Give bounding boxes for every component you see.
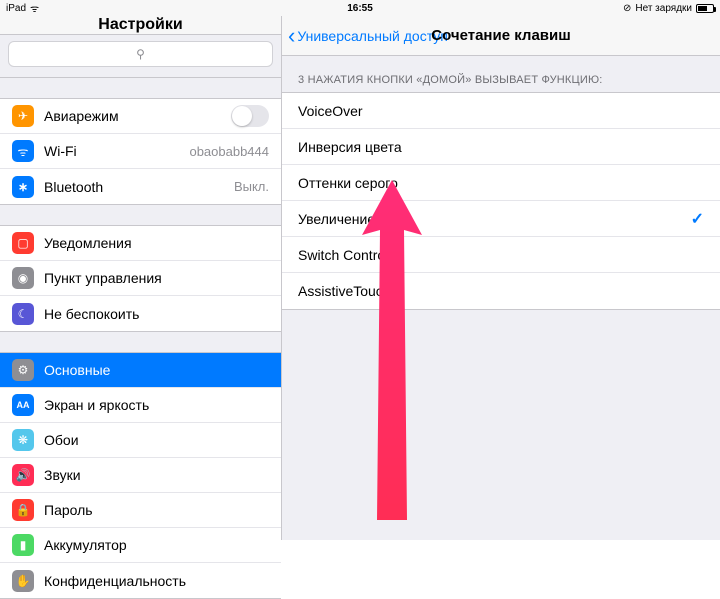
sounds-icon: 🔊 bbox=[12, 464, 34, 486]
option-assistive-touch[interactable]: AssistiveTouch bbox=[282, 273, 720, 309]
sidebar-item-airplane[interactable]: ✈ Авиарежим bbox=[0, 99, 281, 134]
sidebar-item-label: Основные bbox=[44, 362, 269, 378]
sidebar-item-display[interactable]: AA Экран и яркость bbox=[0, 388, 281, 423]
option-label: AssistiveTouch bbox=[298, 283, 704, 299]
option-zoom[interactable]: Увеличение ✓ bbox=[282, 201, 720, 237]
bluetooth-icon: ∗ bbox=[12, 176, 34, 198]
option-voiceover[interactable]: VoiceOver bbox=[282, 93, 720, 129]
sidebar-item-label: Конфиденциальность bbox=[44, 573, 269, 589]
privacy-icon: ✋ bbox=[12, 570, 34, 592]
sidebar-item-label: Авиарежим bbox=[44, 108, 221, 124]
shortcut-option-list: VoiceOver Инверсия цвета Оттенки серого … bbox=[282, 92, 720, 310]
battery-settings-icon: ▮ bbox=[12, 534, 34, 556]
sidebar-item-privacy[interactable]: ✋ Конфиденциальность bbox=[0, 563, 281, 598]
back-label: Универсальный доступ bbox=[297, 28, 448, 44]
sidebar-item-label: Не беспокоить bbox=[44, 306, 269, 322]
sidebar-item-wifi[interactable]: ᯤ Wi-Fi obaobabb444 bbox=[0, 134, 281, 169]
sidebar-item-passcode[interactable]: 🔒 Пароль bbox=[0, 493, 281, 528]
search-input[interactable]: ⚲ bbox=[8, 41, 273, 67]
wallpaper-icon: ❋ bbox=[12, 429, 34, 451]
option-label: Оттенки серого bbox=[298, 175, 704, 191]
moon-icon: ☾ bbox=[12, 303, 34, 325]
sidebar-item-sounds[interactable]: 🔊 Звуки bbox=[0, 458, 281, 493]
display-icon: AA bbox=[12, 394, 34, 416]
sidebar-group-connectivity: ✈ Авиарежим ᯤ Wi-Fi obaobabb444 ∗ Blueto… bbox=[0, 98, 281, 205]
option-label: Инверсия цвета bbox=[298, 139, 704, 155]
search-icon: ⚲ bbox=[136, 47, 145, 61]
option-label: VoiceOver bbox=[298, 103, 704, 119]
sidebar-group-alerts: ▢ Уведомления ◉ Пункт управления ☾ Не бе… bbox=[0, 225, 281, 332]
status-time: 16:55 bbox=[347, 3, 373, 14]
sidebar-item-label: Пункт управления bbox=[44, 270, 269, 286]
detail-header: ‹ Универсальный доступ Сочетание клавиш bbox=[282, 16, 720, 56]
sidebar-group-general: ⚙ Основные AA Экран и яркость ❋ Обои 🔊 З… bbox=[0, 352, 281, 599]
not-charging-icon: ⊘ bbox=[623, 3, 631, 14]
sidebar-item-label: Обои bbox=[44, 432, 269, 448]
option-invert-colors[interactable]: Инверсия цвета bbox=[282, 129, 720, 165]
status-bar: iPad ᯤ 16:55 ⊘ Нет зарядки bbox=[0, 0, 720, 16]
checkmark-icon: ✓ bbox=[691, 209, 704, 229]
sidebar-title: Настройки bbox=[0, 16, 281, 35]
sidebar-item-battery[interactable]: ▮ Аккумулятор bbox=[0, 528, 281, 563]
lock-icon: 🔒 bbox=[12, 499, 34, 521]
notifications-icon: ▢ bbox=[12, 232, 34, 254]
sidebar-item-label: Bluetooth bbox=[44, 179, 224, 195]
charging-status: Нет зарядки bbox=[635, 3, 692, 14]
airplane-switch[interactable] bbox=[231, 105, 269, 127]
sidebar-item-wallpaper[interactable]: ❋ Обои bbox=[0, 423, 281, 458]
gear-icon: ⚙ bbox=[12, 359, 34, 381]
back-button[interactable]: ‹ Универсальный доступ bbox=[282, 25, 448, 47]
wifi-icon: ᯤ bbox=[30, 1, 39, 15]
page-title: Сочетание клавиш bbox=[431, 27, 570, 44]
sidebar: Настройки ⚲ ✈ Авиарежим ᯤ Wi-Fi obaobabb… bbox=[0, 16, 282, 540]
sidebar-item-general[interactable]: ⚙ Основные bbox=[0, 353, 281, 388]
wifi-network-name: obaobabb444 bbox=[189, 144, 269, 159]
option-label: Увеличение bbox=[298, 211, 691, 227]
sidebar-item-label: Экран и яркость bbox=[44, 397, 269, 413]
option-grayscale[interactable]: Оттенки серого bbox=[282, 165, 720, 201]
chevron-left-icon: ‹ bbox=[288, 25, 295, 47]
sidebar-item-control-center[interactable]: ◉ Пункт управления bbox=[0, 261, 281, 296]
sidebar-item-label: Уведомления bbox=[44, 235, 269, 251]
control-center-icon: ◉ bbox=[12, 267, 34, 289]
battery-icon bbox=[696, 4, 714, 13]
wifi-settings-icon: ᯤ bbox=[12, 140, 34, 162]
detail-pane: ‹ Универсальный доступ Сочетание клавиш … bbox=[282, 16, 720, 540]
section-caption: 3 НАЖАТИЯ КНОПКИ «ДОМОЙ» ВЫЗЫВАЕТ ФУНКЦИ… bbox=[282, 56, 720, 92]
sidebar-item-bluetooth[interactable]: ∗ Bluetooth Выкл. bbox=[0, 169, 281, 204]
option-switch-control[interactable]: Switch Control bbox=[282, 237, 720, 273]
sidebar-item-label: Wi-Fi bbox=[44, 143, 179, 159]
sidebar-item-label: Пароль bbox=[44, 502, 269, 518]
device-label: iPad bbox=[6, 3, 26, 14]
airplane-icon: ✈ bbox=[12, 105, 34, 127]
sidebar-item-dnd[interactable]: ☾ Не беспокоить bbox=[0, 296, 281, 331]
bluetooth-status: Выкл. bbox=[234, 179, 269, 194]
sidebar-item-notifications[interactable]: ▢ Уведомления bbox=[0, 226, 281, 261]
sidebar-item-label: Звуки bbox=[44, 467, 269, 483]
option-label: Switch Control bbox=[298, 247, 704, 263]
sidebar-item-label: Аккумулятор bbox=[44, 537, 269, 553]
